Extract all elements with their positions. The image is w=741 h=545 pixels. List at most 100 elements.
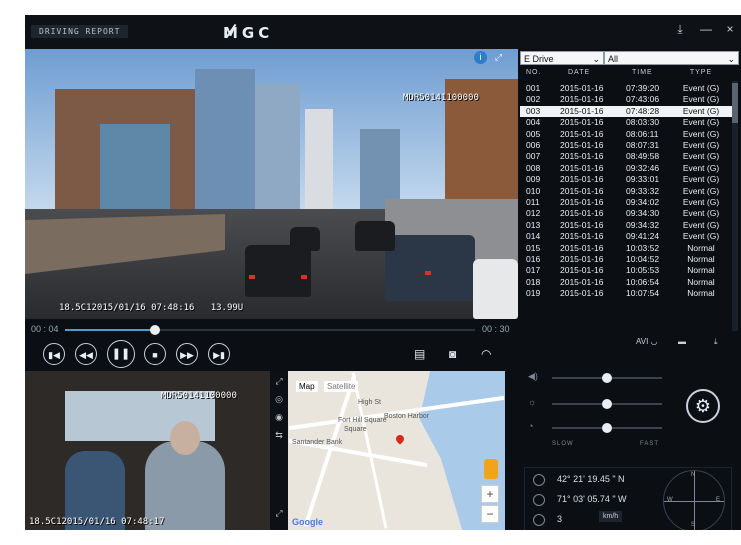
table-row[interactable]: 001 2015-01-16 07:39:20 Event (G) bbox=[520, 83, 732, 94]
location-pin-icon[interactable] bbox=[394, 433, 406, 445]
cell-type: Normal bbox=[687, 276, 715, 287]
seek-handle[interactable] bbox=[150, 325, 161, 335]
drive-select[interactable]: E Drive ⌄ bbox=[520, 51, 604, 65]
fullscreen-icon[interactable]: ⤢ bbox=[492, 51, 505, 64]
column-date[interactable]: DATE bbox=[568, 69, 590, 76]
table-row[interactable]: 014 2015-01-16 09:41:24 Event (G) bbox=[520, 231, 732, 242]
speed-handle[interactable] bbox=[602, 423, 612, 433]
scene-car bbox=[385, 235, 475, 301]
table-scrollbar[interactable] bbox=[732, 81, 738, 331]
cell-date: 2015-01-16 bbox=[560, 288, 604, 299]
scene-car bbox=[290, 227, 320, 251]
table-row[interactable]: 005 2015-01-16 08:06:11 Event (G) bbox=[520, 129, 732, 140]
cell-type: Normal bbox=[687, 242, 715, 253]
cell-type: Normal bbox=[687, 265, 715, 276]
scrollbar-thumb[interactable] bbox=[732, 83, 738, 123]
brightness-handle[interactable] bbox=[602, 399, 612, 409]
cell-time: 10:04:52 bbox=[626, 254, 660, 264]
cell-date: 2015-01-16 bbox=[560, 151, 604, 162]
speed-unit-button[interactable]: km/h bbox=[599, 511, 623, 522]
column-type[interactable]: TYPE bbox=[674, 69, 728, 76]
column-no[interactable]: NO. bbox=[526, 69, 541, 76]
table-row[interactable]: 007 2015-01-16 08:49:58 Event (G) bbox=[520, 151, 732, 162]
cell-no: 005 bbox=[526, 128, 541, 139]
right-panel: E Drive ⌄ All ⌄ NO. DATE TIME TYPE 001 20… bbox=[518, 49, 741, 530]
cell-no: 009 bbox=[526, 174, 541, 185]
table-row[interactable]: 013 2015-01-16 09:34:32 Event (G) bbox=[520, 220, 732, 231]
map-view[interactable]: Map Satellite High St Boston Harbor Fort… bbox=[288, 371, 505, 530]
swap-icon[interactable]: ⇆ bbox=[273, 429, 285, 441]
rewind-icon[interactable]: ◀◀ bbox=[75, 343, 97, 365]
type-filter-select[interactable]: All ⌄ bbox=[604, 51, 739, 65]
cabin-camera-view[interactable]: MDR50141100000 18.5C12015/01/16 07:48:17 bbox=[25, 371, 270, 530]
cell-date: 2015-01-16 bbox=[560, 197, 604, 207]
info-icon[interactable]: i bbox=[474, 51, 487, 64]
target-icon[interactable]: ◎ bbox=[273, 393, 285, 405]
cell-time: 08:49:58 bbox=[626, 151, 660, 162]
cabin-timestamp-overlay: 18.5C12015/01/16 07:48:17 bbox=[29, 517, 165, 527]
table-row[interactable]: 010 2015-01-16 09:33:32 Event (G) bbox=[520, 186, 732, 197]
download-icon[interactable]: ⤓ bbox=[671, 21, 689, 37]
close-button[interactable]: × bbox=[721, 21, 739, 37]
cell-date: 2015-01-16 bbox=[560, 117, 604, 128]
column-time[interactable]: TIME bbox=[632, 69, 653, 76]
table-row[interactable]: 017 2015-01-16 10:05:53 Normal bbox=[520, 265, 732, 276]
table-row[interactable]: 016 2015-01-16 10:04:52 Normal bbox=[520, 254, 732, 265]
table-row[interactable]: 002 2015-01-16 07:43:06 Event (G) bbox=[520, 94, 732, 105]
volume-slider-row: ◀) bbox=[528, 369, 668, 389]
cell-date: 2015-01-16 bbox=[560, 219, 604, 230]
table-row[interactable]: 012 2015-01-16 09:34:30 Event (G) bbox=[520, 208, 732, 219]
volume-handle[interactable] bbox=[602, 373, 612, 383]
table-row[interactable]: 008 2015-01-16 09:32:46 Event (G) bbox=[520, 163, 732, 174]
volume-slider[interactable] bbox=[552, 373, 662, 383]
folder-icon[interactable]: ▬ bbox=[678, 337, 686, 346]
table-row[interactable]: 006 2015-01-16 08:07:31 Event (G) bbox=[520, 140, 732, 151]
camera-icon[interactable]: ◙ bbox=[449, 347, 456, 361]
table-row[interactable]: 009 2015-01-16 09:33:01 Event (G) bbox=[520, 174, 732, 185]
printer-icon[interactable]: ▤ bbox=[414, 347, 425, 361]
type-filter-value: All bbox=[608, 54, 619, 64]
pause-icon[interactable]: ❚❚ bbox=[107, 340, 135, 368]
expand-icon[interactable]: ⤢ bbox=[273, 507, 285, 519]
compass: N E S W bbox=[663, 470, 725, 530]
zoom-out-button[interactable]: − bbox=[481, 505, 499, 523]
table-row[interactable]: 018 2015-01-16 10:06:54 Normal bbox=[520, 277, 732, 288]
forward-icon[interactable]: ▶▶ bbox=[176, 343, 198, 365]
cell-type: Normal bbox=[687, 254, 715, 264]
street-view-icon[interactable] bbox=[484, 459, 498, 479]
cell-time: 10:05:53 bbox=[626, 265, 660, 276]
front-camera-view[interactable]: MDR50141100000 18.5C12015/01/16 07:48:16… bbox=[25, 49, 518, 319]
prev-icon[interactable]: ▮◀ bbox=[43, 343, 65, 365]
table-row[interactable]: 004 2015-01-16 08:03:30 Event (G) bbox=[520, 117, 732, 128]
map-tab-map[interactable]: Map bbox=[296, 381, 318, 392]
cell-type: Event (G) bbox=[682, 105, 720, 116]
download-icon[interactable]: ⤓ bbox=[714, 337, 718, 347]
compass-west: W bbox=[667, 497, 673, 503]
latitude-value: 42° 21' 19.45 " N bbox=[557, 474, 625, 484]
cell-type: Event (G) bbox=[682, 162, 720, 173]
table-row[interactable]: 011 2015-01-16 09:34:02 Event (G) bbox=[520, 197, 732, 208]
table-row[interactable]: 015 2015-01-16 10:03:52 Normal bbox=[520, 243, 732, 254]
export-avi-button[interactable]: AVI ◡ bbox=[636, 337, 658, 346]
cell-type: Event (G) bbox=[682, 185, 720, 196]
driving-report-tab[interactable]: DRIVING REPORT bbox=[31, 25, 129, 38]
gear-icon[interactable]: ⚙ bbox=[686, 389, 720, 423]
total-time: 00 : 30 bbox=[482, 324, 510, 334]
table-row[interactable]: 019 2015-01-16 10:07:54 Normal bbox=[520, 288, 732, 299]
playback-speed-slider[interactable] bbox=[552, 423, 662, 433]
next-icon[interactable]: ▶▮ bbox=[208, 343, 230, 365]
layers-icon[interactable]: ◉ bbox=[273, 411, 285, 423]
cell-date: 2015-01-16 bbox=[560, 276, 604, 287]
stop-icon[interactable]: ■ bbox=[144, 343, 166, 365]
speedometer-icon[interactable]: ◠ bbox=[481, 347, 491, 361]
minimize-button[interactable]: — bbox=[697, 21, 715, 37]
cell-type: Event (G) bbox=[682, 83, 720, 93]
seek-track[interactable] bbox=[65, 325, 475, 335]
cell-time: 10:07:54 bbox=[626, 288, 660, 299]
cell-no: 008 bbox=[526, 162, 541, 173]
map-tab-satellite[interactable]: Satellite bbox=[324, 381, 359, 392]
expand-icon[interactable]: ⤢ bbox=[273, 375, 285, 387]
brightness-slider[interactable] bbox=[552, 399, 662, 409]
zoom-in-button[interactable]: + bbox=[481, 485, 499, 503]
table-row[interactable]: 003 2015-01-16 07:48:28 Event (G) bbox=[520, 105, 732, 117]
